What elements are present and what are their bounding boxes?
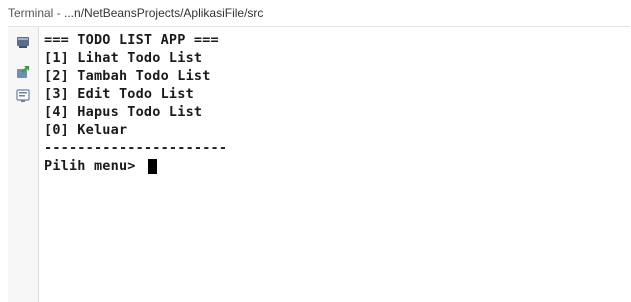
rerun-button[interactable] (14, 63, 32, 81)
terminal-area[interactable]: === TODO LIST APP === [1] Lihat Todo Lis… (8, 26, 630, 302)
console-output[interactable]: === TODO LIST APP === [1] Lihat Todo Lis… (44, 31, 630, 302)
options-icon (15, 88, 31, 104)
options-button[interactable] (14, 87, 32, 105)
prompt-text: Pilih menu> (44, 158, 144, 174)
rerun-icon (15, 64, 31, 80)
terminal-window: Terminal - ...n/NetBeansProjects/Aplikas… (0, 0, 631, 302)
text-cursor (147, 158, 157, 174)
console-line: [0] Keluar (44, 122, 128, 138)
console-line: [3] Edit Todo List (44, 86, 194, 102)
title-prefix: Terminal - (8, 6, 65, 20)
stop-button[interactable] (14, 33, 32, 51)
console-line: [2] Tambah Todo List (44, 68, 211, 84)
console-line: [1] Lihat Todo List (44, 50, 203, 66)
console-line: ---------------------- (44, 140, 228, 156)
prompt-line[interactable]: Pilih menu> (44, 157, 630, 175)
title-path: ...n/NetBeansProjects/AplikasiFile/src (64, 6, 264, 20)
terminal-tab[interactable]: Terminal - ...n/NetBeansProjects/Aplikas… (0, 0, 631, 26)
console-line: === TODO LIST APP === (44, 32, 219, 48)
terminal-title: Terminal - ...n/NetBeansProjects/Aplikas… (8, 6, 263, 20)
stop-icon (15, 34, 31, 50)
terminal-toolbar (8, 27, 39, 302)
console-line: [4] Hapus Todo List (44, 104, 203, 120)
